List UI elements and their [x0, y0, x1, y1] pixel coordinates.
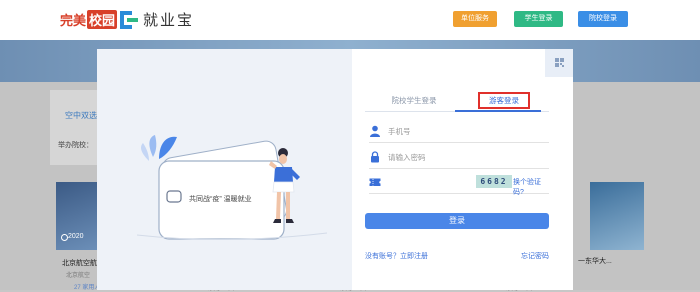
- user-icon: [370, 125, 380, 137]
- tab-air-job-fair[interactable]: 空中双选: [65, 110, 97, 121]
- active-tab-indicator: [455, 110, 541, 112]
- job-card-illustration: [136, 135, 328, 241]
- tab-guest-login[interactable]: 游客登录: [478, 92, 530, 109]
- student-login-button[interactable]: 学生登录: [514, 11, 563, 27]
- card-location: 北京航空: [66, 273, 91, 279]
- logo-text-b: 校园: [87, 10, 118, 29]
- tab-school-student-login[interactable]: 院校学生登录: [369, 95, 459, 106]
- register-link[interactable]: 没有账号？立即注册: [365, 251, 428, 261]
- card-date: 2020: [68, 233, 84, 240]
- refresh-captcha-link[interactable]: 换个验证码?: [513, 177, 549, 197]
- qr-login-toggle[interactable]: [545, 49, 573, 77]
- brand-name: 就业宝: [143, 12, 195, 29]
- logo-text-a: 完美: [60, 13, 87, 28]
- captcha-field[interactable]: 6682 换个验证码?: [369, 171, 549, 197]
- password-input[interactable]: 请输入密码: [388, 152, 426, 163]
- unit-service-button[interactable]: 单位服务: [453, 11, 497, 27]
- jiuyebao-logo[interactable]: 就业宝: [120, 9, 194, 30]
- job-fair-card-image-right[interactable]: [590, 182, 644, 250]
- qr-code-icon: [555, 58, 564, 67]
- filter-panel: [50, 90, 100, 165]
- forgot-password-link[interactable]: 忘记密码: [521, 251, 549, 261]
- login-modal: 共同战“疫” 温暖就业 院校学生登录 游客登录 手机号 请输入密码 6682 换…: [97, 49, 573, 290]
- captcha-image[interactable]: 6682: [476, 175, 512, 188]
- login-button[interactable]: 登录: [365, 213, 549, 229]
- phone-field[interactable]: 手机号: [369, 120, 549, 143]
- top-navigation-bar: 完美 校园 就业宝 单位服务 学生登录 院校登录: [0, 0, 700, 40]
- illustration-slogan: 共同战“疫” 温暖就业: [189, 196, 252, 203]
- ticket-icon: [369, 178, 381, 186]
- right-card-title[interactable]: 一东华大...: [578, 256, 612, 266]
- password-field[interactable]: 请输入密码: [369, 146, 549, 169]
- wanmei-campus-logo[interactable]: 完美 校园: [60, 10, 118, 29]
- card-title[interactable]: 北京航空航: [62, 258, 97, 268]
- host-school-label: 举办院校：: [58, 142, 93, 149]
- school-login-button[interactable]: 院校登录: [578, 11, 628, 27]
- phone-input[interactable]: 手机号: [388, 126, 411, 137]
- clock-icon: [61, 234, 68, 241]
- jiuyebao-mark-icon: [120, 10, 138, 29]
- lock-icon: [371, 151, 379, 163]
